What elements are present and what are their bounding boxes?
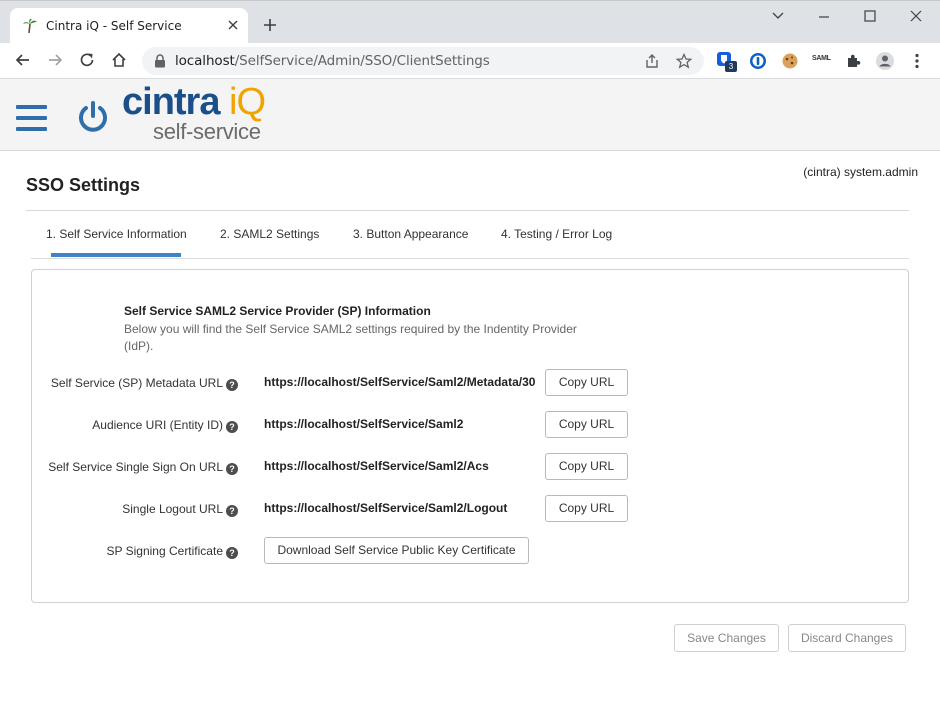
audience-uri-label: Audience URI (Entity ID)? [32,418,238,433]
plus-icon[interactable] [262,17,278,33]
close-icon[interactable] [226,18,240,32]
user-display: (cintra) system.admin [803,165,918,179]
divider [26,210,909,211]
password-manager-icon[interactable] [748,51,768,71]
forward-arrow-icon[interactable] [46,51,64,69]
copy-sso-url-button[interactable]: Copy URL [545,453,628,480]
sp-information-panel: Self Service SAML2 Service Provider (SP)… [31,269,909,603]
reload-icon[interactable] [78,51,96,69]
saml-extension[interactable]: SAML [812,55,832,75]
profile-icon[interactable] [875,51,895,71]
sso-url-label: Self Service Single Sign On URL? [32,460,238,475]
address-bar[interactable]: localhost/SelfService/Admin/SSO/ClientSe… [142,47,704,75]
tab-bar: 1. Self Service Information 2. SAML2 Set… [31,222,909,259]
home-icon[interactable] [110,51,128,69]
help-icon[interactable]: ? [226,463,238,475]
copy-audience-uri-button[interactable]: Copy URL [545,411,628,438]
url-path: /SelfService/Admin/SSO/ClientSettings [234,53,490,69]
tab-testing-error-log[interactable]: 4. Testing / Error Log [501,227,612,241]
section-description: Below you will find the Self Service SAM… [124,322,577,353]
logo: cintra iQ [122,81,266,124]
cookie-icon[interactable] [780,51,800,71]
tab-title: Cintra iQ - Self Service [46,19,182,33]
star-icon[interactable] [676,53,692,69]
metadata-url-value: https://localhost/SelfService/Saml2/Meta… [264,375,536,389]
logout-url-label: Single Logout URL? [32,502,238,517]
lock-icon[interactable] [154,54,166,68]
download-certificate-button[interactable]: Download Self Service Public Key Certifi… [264,537,529,564]
help-icon[interactable]: ? [226,505,238,517]
sso-url-value: https://localhost/SelfService/Saml2/Acs [264,459,489,473]
logo-subtitle: self-service [153,119,261,144]
section-title: Self Service SAML2 Service Provider (SP)… [124,304,431,318]
hamburger-menu-icon[interactable] [16,105,47,131]
page-title: SSO Settings [26,175,141,195]
help-icon[interactable]: ? [226,547,238,559]
bitwarden-extension[interactable]: 3 [716,51,737,72]
discard-changes-button[interactable]: Discard Changes [788,624,906,652]
app-header: cintra iQ self-service [0,79,940,151]
row-label-text: Single Logout URL [122,502,223,516]
minimize-icon[interactable] [816,9,832,23]
tab-self-service-information[interactable]: 1. Self Service Information [46,227,187,241]
maximize-icon[interactable] [862,9,878,23]
help-icon[interactable]: ? [226,379,238,391]
browser-toolbar: localhost/SelfService/Admin/SSO/ClientSe… [0,43,940,79]
logo-iq: iQ [229,81,266,123]
tab-button-appearance[interactable]: 3. Button Appearance [353,227,468,241]
active-tab-indicator [51,253,181,257]
puzzle-icon[interactable] [844,51,864,71]
row-label-text: SP Signing Certificate [106,544,223,558]
help-icon[interactable]: ? [226,421,238,433]
row-label-text: Self Service Single Sign On URL [48,460,223,474]
audience-uri-value: https://localhost/SelfService/Saml2 [264,417,464,431]
browser-tab[interactable]: Cintra iQ - Self Service [10,8,248,44]
palm-tree-icon [23,18,37,34]
certificate-label: SP Signing Certificate? [32,544,238,559]
logo-main: cintra [122,81,220,123]
copy-logout-url-button[interactable]: Copy URL [545,495,628,522]
url-host: localhost [175,53,235,69]
share-icon[interactable] [644,53,660,69]
extension-badge: 3 [725,61,737,72]
copy-metadata-url-button[interactable]: Copy URL [545,369,628,396]
logout-url-value: https://localhost/SelfService/Saml2/Logo… [264,501,508,515]
power-icon[interactable] [76,99,110,135]
row-label-text: Self Service (SP) Metadata URL [50,376,223,390]
save-changes-button[interactable]: Save Changes [674,624,779,652]
tab-saml2-settings[interactable]: 2. SAML2 Settings [220,227,319,241]
chevron-down-icon[interactable] [770,9,786,23]
browser-titlebar: Cintra iQ - Self Service [0,0,940,44]
close-window-icon[interactable] [908,9,924,23]
metadata-url-label: Self Service (SP) Metadata URL? [32,376,238,391]
row-label-text: Audience URI (Entity ID) [92,418,223,432]
kebab-menu-icon[interactable] [907,51,927,71]
back-arrow-icon[interactable] [14,51,32,69]
url-text: localhost/SelfService/Admin/SSO/ClientSe… [175,53,490,69]
